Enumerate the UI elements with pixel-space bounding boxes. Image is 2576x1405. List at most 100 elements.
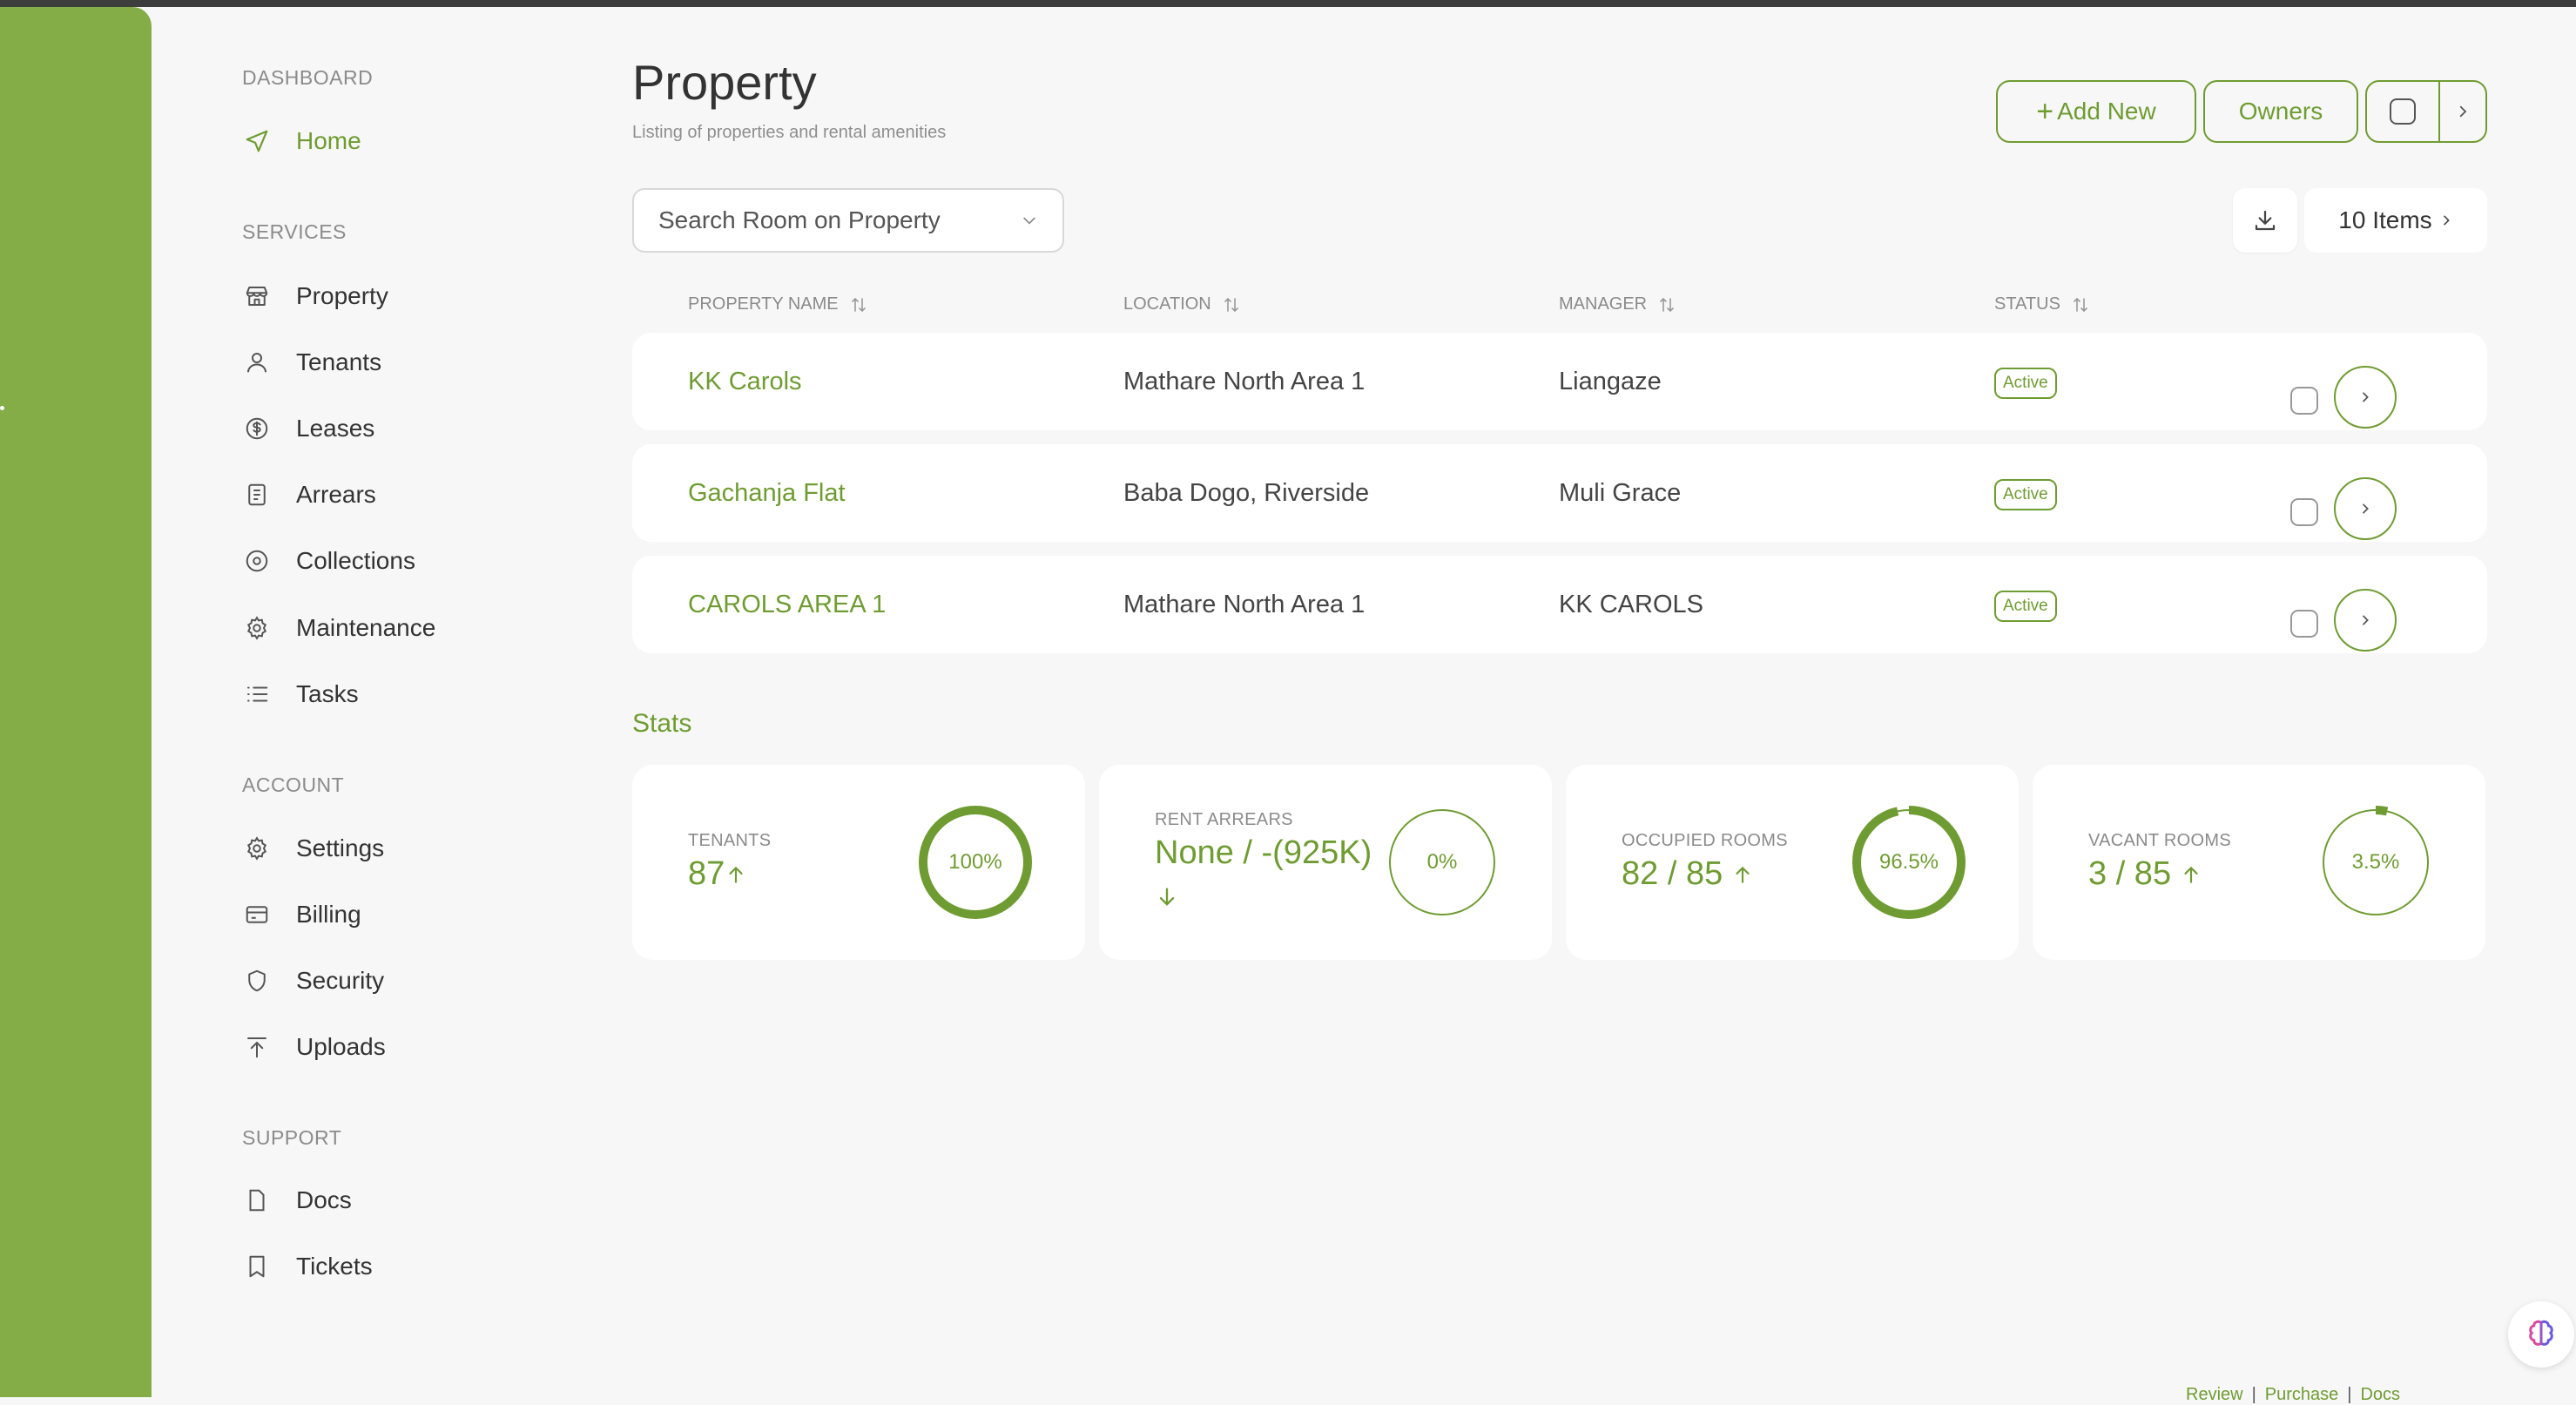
sidebar-item-security[interactable]: Security [242,956,384,1005]
sort-icon [2074,297,2087,312]
status-badge: Active [1994,479,2057,510]
user-icon [242,348,272,377]
chevron-right-icon [2363,615,2369,625]
target-icon [242,546,272,576]
plus-icon: + [2036,95,2054,128]
status-badge: Active [1994,591,2057,622]
bookmark-icon [242,1252,272,1281]
stat-value: 87 [688,855,747,893]
store-icon [242,281,272,311]
window-top-bar [0,0,2576,7]
download-button[interactable] [2233,188,2297,253]
square-view-button[interactable] [2367,82,2438,141]
sidebar-item-docs[interactable]: Docs [242,1176,352,1225]
stat-value: 3 / 85 [2088,855,2202,893]
column-header-status[interactable]: STATUS [1994,294,2088,314]
footer-link-review[interactable]: Review [2186,1385,2243,1404]
sort-icon [1660,297,1674,312]
rail-handle-dot[interactable] [0,406,4,410]
file-icon [242,1185,272,1215]
table-row[interactable]: CAROLS AREA 1 Mathare North Area 1 KK CA… [632,556,2487,653]
sidebar-heading-account: ACCOUNT [242,773,345,796]
items-per-page-button[interactable]: 10 Items [2304,188,2487,253]
column-header-location[interactable]: LOCATION [1123,294,1239,314]
progress-ring-label: 3.5% [2351,850,2400,874]
owners-label: Owners [2238,98,2323,125]
sidebar-item-settings[interactable]: Settings [242,824,384,873]
stat-value: 82 / 85 [1622,855,1754,893]
gear-icon [242,834,272,863]
search-input[interactable] [658,206,1021,234]
sidebar-item-label: Tenants [296,348,382,375]
sidebar-item-billing[interactable]: Billing [242,890,361,939]
sidebar-heading-services: SERVICES [242,220,347,243]
property-manager: Muli Grace [1559,478,1682,507]
sidebar-item-maintenance[interactable]: Maintenance [242,604,435,652]
page-title: Property [632,55,817,110]
sidebar-item-label: Tasks [296,680,359,707]
sidebar-item-tasks[interactable]: Tasks [242,670,359,719]
property-manager: KK CAROLS [1559,590,1703,618]
table-row[interactable]: Gachanja Flat Baba Dogo, Riverside Muli … [632,444,2487,542]
footer-link-docs[interactable]: Docs [2360,1385,2400,1404]
sidebar-item-uploads[interactable]: Uploads [242,1023,386,1071]
next-view-button[interactable] [2438,82,2485,141]
sidebar-item-property[interactable]: Property [242,272,388,321]
column-header-label: MANAGER [1559,294,1648,314]
progress-ring-label: 100% [948,850,1002,874]
chevron-down-icon [1023,217,1035,225]
sidebar-item-collections[interactable]: Collections [242,537,415,585]
chevron-right-icon [2459,105,2467,118]
stat-value-text: 82 / 85 [1622,855,1723,892]
items-per-page-label: 10 Items [2338,206,2432,233]
receipt-icon [242,480,272,510]
owners-button[interactable]: Owners [2203,80,2358,143]
sidebar-item-label: Leases [296,415,375,442]
row-checkbox[interactable] [2290,498,2318,526]
square-icon [2390,98,2416,125]
add-new-button[interactable]: + Add New [1996,80,2196,143]
stats-heading: Stats [632,709,692,738]
arrow-up-icon [1736,866,1750,883]
property-name-link[interactable]: CAROLS AREA 1 [688,556,886,653]
chevron-right-icon [2363,503,2369,514]
left-rail [0,7,152,1397]
row-open-button[interactable] [2334,477,2397,540]
row-checkbox[interactable] [2290,610,2318,638]
progress-ring-label: 0% [1426,850,1458,874]
sidebar-item-arrears[interactable]: Arrears [242,470,376,519]
row-checkbox[interactable] [2290,387,2318,415]
footer-link-purchase[interactable]: Purchase [2265,1385,2339,1404]
stat-label: VACANT ROOMS [2088,831,2231,850]
assistant-button[interactable] [2508,1301,2574,1368]
column-header-property-name[interactable]: PROPERTY NAME [688,294,867,314]
property-name-link[interactable]: KK Carols [688,333,802,430]
stat-label: TENANTS [688,831,772,850]
credit-card-icon [242,900,272,929]
footer-links: Review | Purchase | Docs [2186,1385,2401,1404]
sidebar-item-leases[interactable]: Leases [242,404,374,453]
table-row[interactable]: KK Carols Mathare North Area 1 Liangaze … [632,333,2487,430]
stat-card-vacant-rooms: VACANT ROOMS 3 / 85 3.5% [2033,765,2485,960]
sidebar-item-tickets[interactable]: Tickets [242,1242,373,1291]
row-open-button[interactable] [2334,589,2397,652]
dollar-circle-icon [242,414,272,443]
column-header-manager[interactable]: MANAGER [1559,294,1675,314]
stat-label: RENT ARREARS [1155,810,1293,829]
stat-label: OCCUPIED ROOMS [1622,831,1788,850]
row-open-button[interactable] [2334,366,2397,429]
sort-icon [1224,297,1238,312]
sidebar-item-tenants[interactable]: Tenants [242,338,381,387]
column-header-label: PROPERTY NAME [688,294,839,314]
sidebar-item-home[interactable]: Home [242,117,361,165]
arrow-up-icon [729,866,743,883]
chevron-right-icon [2363,392,2369,402]
property-name-link[interactable]: Gachanja Flat [688,444,846,542]
shield-icon [242,966,272,996]
gear-icon [242,613,272,643]
search-select[interactable] [632,188,1064,253]
stat-value-text: None / -(925K) [1155,834,1372,871]
property-location: Baba Dogo, Riverside [1123,478,1370,507]
progress-ring-label: 96.5% [1878,850,1939,874]
sort-icon [851,297,866,312]
